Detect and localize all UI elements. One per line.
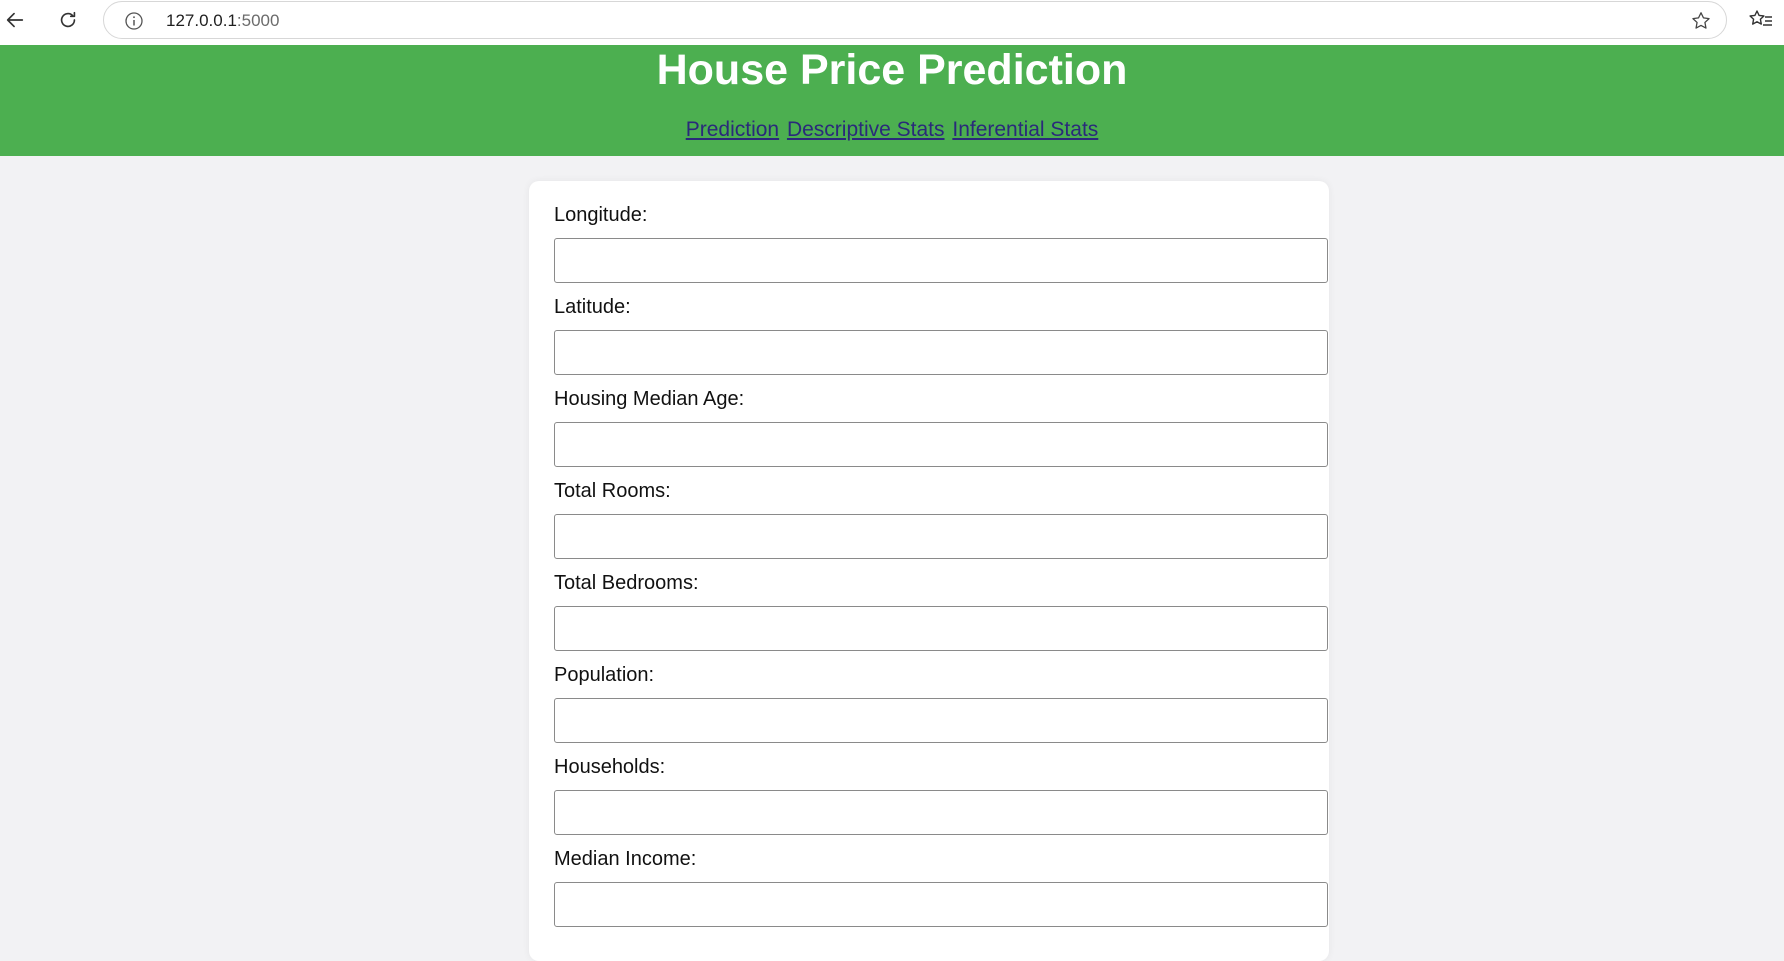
total-bedrooms-input[interactable]	[554, 606, 1328, 651]
total-rooms-label: Total Rooms:	[554, 480, 671, 502]
favorites-icon	[1749, 10, 1772, 26]
site-header: House Price Prediction Prediction Descri…	[0, 45, 1784, 156]
reload-button[interactable]	[53, 5, 83, 35]
population-label: Population:	[554, 664, 655, 686]
nav-link-descriptive-stats[interactable]: Descriptive Stats	[787, 118, 945, 141]
median-income-input[interactable]	[554, 882, 1328, 927]
field-latitude: Latitude:	[554, 295, 1329, 375]
back-button[interactable]	[0, 5, 30, 35]
field-population: Population:	[554, 663, 1329, 743]
housing-median-age-input[interactable]	[554, 422, 1328, 467]
latitude-label: Latitude:	[554, 296, 631, 318]
households-input[interactable]	[554, 790, 1328, 835]
prediction-form: Longitude: Latitude: Housing Median Age:…	[529, 181, 1329, 961]
favorites-button[interactable]	[1748, 7, 1774, 33]
reload-icon	[60, 11, 76, 28]
field-total-rooms: Total Rooms:	[554, 479, 1329, 559]
total-rooms-input[interactable]	[554, 514, 1328, 559]
browser-toolbar: 127.0.0.1:5000	[0, 0, 1784, 45]
page-title: House Price Prediction	[656, 46, 1128, 94]
site-nav: Prediction Descriptive Stats Inferential…	[0, 117, 1784, 143]
nav-link-inferential-stats[interactable]: Inferential Stats	[952, 118, 1098, 141]
star-icon[interactable]	[1690, 10, 1712, 32]
latitude-input[interactable]	[554, 330, 1328, 375]
households-label: Households:	[554, 756, 666, 778]
longitude-input[interactable]	[554, 238, 1328, 283]
url-host: 127.0.0.1	[166, 11, 237, 30]
field-total-bedrooms: Total Bedrooms:	[554, 571, 1329, 651]
longitude-label: Longitude:	[554, 204, 648, 226]
arrow-left-icon	[6, 12, 24, 28]
field-longitude: Longitude:	[554, 203, 1329, 283]
field-median-income: Median Income:	[554, 847, 1329, 927]
median-income-label: Median Income:	[554, 848, 697, 870]
total-bedrooms-label: Total Bedrooms:	[554, 572, 699, 594]
nav-link-prediction[interactable]: Prediction	[686, 118, 779, 141]
url-port: :5000	[236, 11, 280, 30]
field-housing-median-age: Housing Median Age:	[554, 387, 1329, 467]
housing-median-age-label: Housing Median Age:	[554, 388, 745, 410]
field-households: Households:	[554, 755, 1329, 835]
address-bar[interactable]: 127.0.0.1:5000	[103, 1, 1727, 39]
population-input[interactable]	[554, 698, 1328, 743]
url-text[interactable]: 127.0.0.1:5000	[166, 11, 279, 31]
info-icon[interactable]	[124, 11, 144, 31]
